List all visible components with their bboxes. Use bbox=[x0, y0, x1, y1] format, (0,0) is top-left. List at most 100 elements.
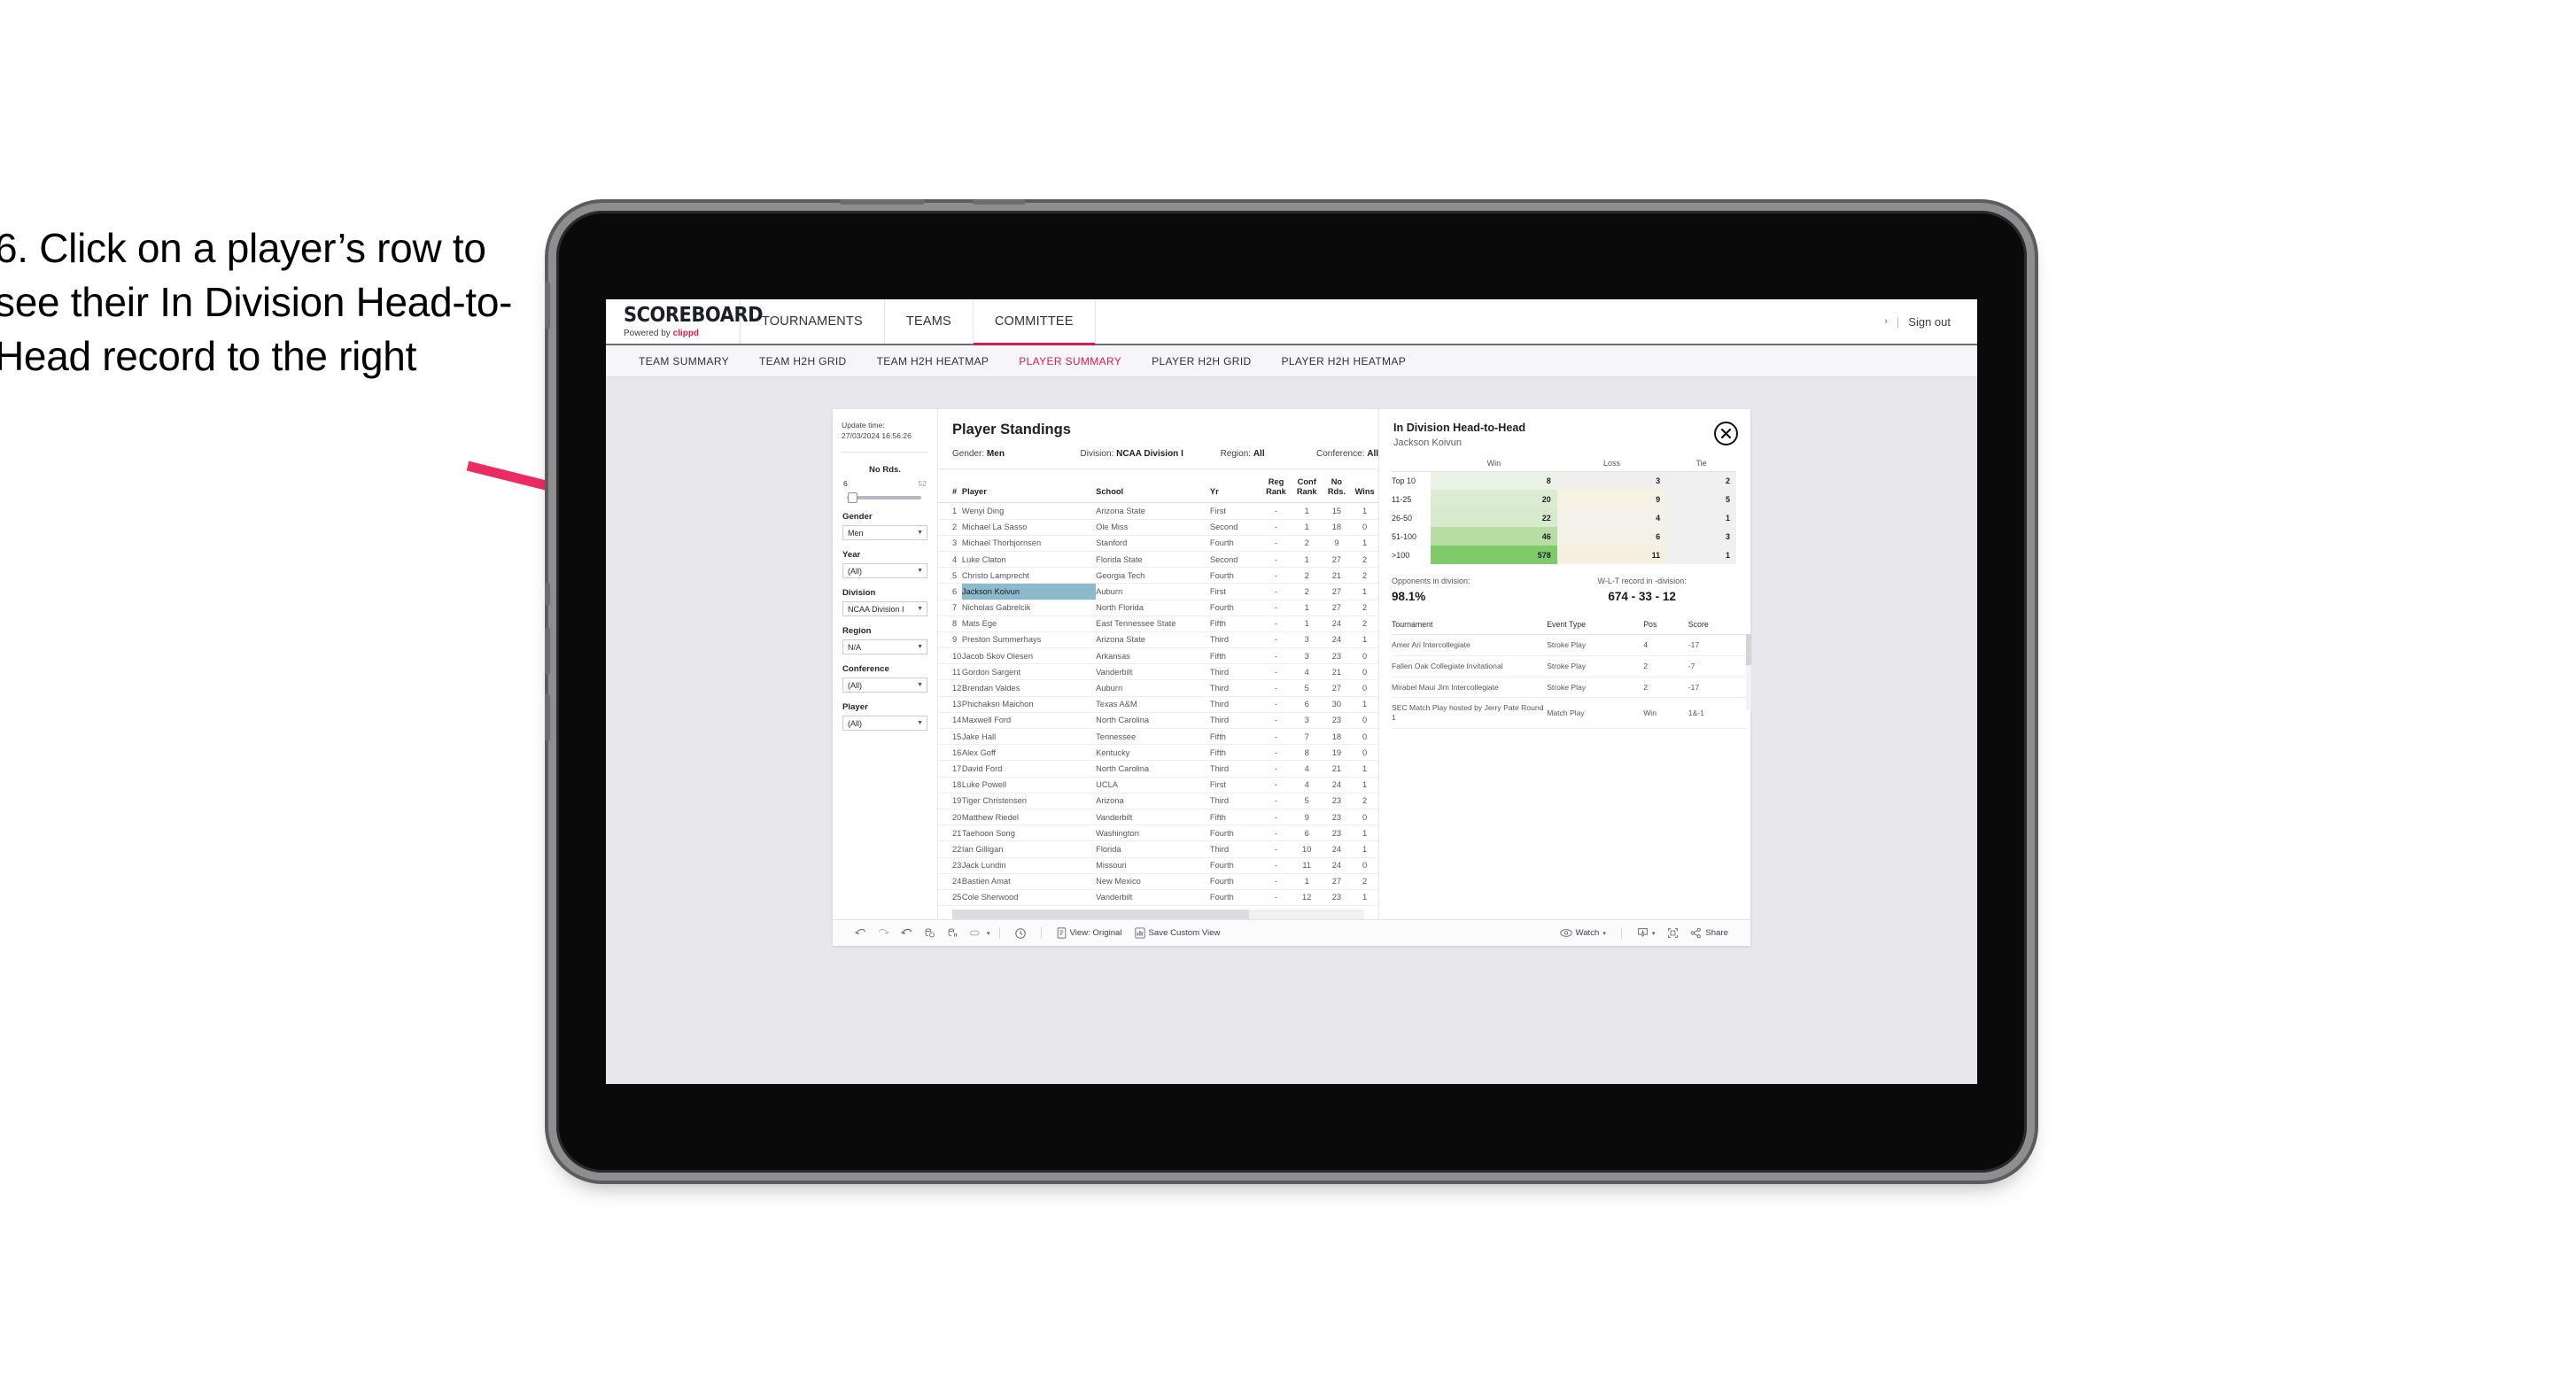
table-row[interactable]: 9 Preston Summerhays Arizona State Third -3 2… bbox=[938, 631, 1378, 649]
heatmap-cell-win[interactable]: 578 bbox=[1431, 546, 1557, 565]
table-row[interactable]: 2 Michael La Sasso Ole Miss Second -1 18 0 bbox=[938, 519, 1378, 536]
tournament-row[interactable]: Amer Ari Intercollegiate Stroke Play 4 -17 bbox=[1392, 634, 1747, 656]
table-row[interactable]: 24 Bastien Amat New Mexico Fourth -1 27 2 bbox=[938, 873, 1378, 890]
brand-logo[interactable]: SCOREBOARD Powered by clippd bbox=[606, 299, 764, 344]
heatmap-cell-loss[interactable]: 6 bbox=[1556, 527, 1667, 546]
heatmap-cell-tie[interactable]: 5 bbox=[1666, 490, 1736, 509]
heatmap-cell-loss[interactable]: 11 bbox=[1556, 546, 1667, 565]
sign-out-link[interactable]: Sign out bbox=[1908, 315, 1951, 329]
table-row[interactable]: 13 Phichaksn Maichon Texas A&M Third -6 30 1 bbox=[938, 696, 1378, 713]
col-rank[interactable]: # bbox=[938, 469, 962, 504]
col-player[interactable]: Player bbox=[961, 469, 1097, 504]
no-rounds-slider-handle[interactable] bbox=[848, 492, 857, 504]
heatmap-cell-tie[interactable]: 1 bbox=[1666, 508, 1736, 528]
cell-conf-rank: 3 bbox=[1291, 631, 1323, 649]
heatmap-cell-loss[interactable]: 4 bbox=[1556, 508, 1667, 528]
table-row[interactable]: 16 Alex Goff Kentucky Fifth -8 19 0 bbox=[938, 744, 1378, 762]
chevron-right-icon[interactable]: › bbox=[1884, 316, 1888, 327]
cell-school: North Carolina bbox=[1096, 712, 1210, 730]
col-reg-rank[interactable]: Reg Rank bbox=[1261, 469, 1292, 504]
tab-player-h2h-heatmap[interactable]: PLAYER H2H HEATMAP bbox=[1267, 355, 1422, 368]
heatmap-cell-win[interactable]: 8 bbox=[1431, 471, 1557, 491]
table-row[interactable]: 7 Nicholas Gabrelcik North Florida Fourth -1… bbox=[938, 600, 1378, 616]
cell-player: Taehoon Song bbox=[961, 825, 1097, 842]
no-rounds-slider-group: No Rds. 6 52 bbox=[833, 465, 937, 512]
heatmap-cell-tie[interactable]: 1 bbox=[1666, 546, 1736, 565]
watch-dropdown-caret[interactable]: ▾ bbox=[1602, 930, 1606, 937]
table-row[interactable]: 11 Gordon Sargent Vanderbilt Third -4 21 0 bbox=[938, 663, 1378, 681]
tournament-row[interactable]: SEC Match Play hosted by Jerry Pate Roun… bbox=[1392, 697, 1747, 729]
table-row[interactable]: 23 Jack Lundin Missouri Fourth -11 24 0 bbox=[938, 857, 1378, 874]
nav-item-tournaments[interactable]: TOURNAMENTS bbox=[741, 299, 885, 344]
heatmap-cell-tie[interactable]: 2 bbox=[1666, 471, 1736, 491]
table-row[interactable]: 4 Luke Claton Florida State Second -1 27 2 bbox=[938, 551, 1378, 569]
highlight-icon[interactable] bbox=[964, 927, 987, 939]
share-button[interactable]: Share bbox=[1684, 927, 1734, 939]
table-row[interactable]: 5 Christo Lamprecht Georgia Tech Fourth -2 21… bbox=[938, 567, 1378, 585]
standings-horizontal-scrollbar[interactable] bbox=[952, 910, 1364, 920]
heatmap-cell-loss[interactable]: 9 bbox=[1556, 490, 1667, 509]
table-row[interactable]: 20 Matthew Riedel Vanderbilt Fifth -9 23 0 bbox=[938, 809, 1378, 826]
filter-year-select[interactable]: (All) ▼ bbox=[842, 563, 927, 579]
nav-item-committee[interactable]: COMMITTEE bbox=[973, 299, 1096, 345]
refresh-data-icon[interactable] bbox=[918, 927, 941, 939]
tab-team-h2h-heatmap[interactable]: TEAM H2H HEATMAP bbox=[862, 355, 1005, 368]
fullscreen-icon[interactable] bbox=[1661, 927, 1684, 939]
close-icon[interactable] bbox=[1714, 422, 1738, 445]
heatmap-cell-win[interactable]: 22 bbox=[1431, 508, 1557, 528]
table-row[interactable]: 10 Jacob Skov Olesen Arkansas Fifth -3 23 0 bbox=[938, 647, 1378, 665]
save-custom-view-button[interactable]: Save Custom View bbox=[1129, 927, 1227, 939]
table-row[interactable]: 6 Jackson Koivun Auburn First -2 27 1 bbox=[938, 583, 1378, 600]
cell-no-rounds: 24 bbox=[1322, 616, 1352, 632]
standings-scroll-thumb[interactable] bbox=[952, 910, 1249, 920]
table-row[interactable]: 18 Luke Powell UCLA First -4 24 1 bbox=[938, 777, 1378, 794]
nav-item-teams[interactable]: TEAMS bbox=[885, 299, 974, 344]
heatmap-cell-loss[interactable]: 3 bbox=[1556, 471, 1667, 491]
table-row[interactable]: 12 Brendan Valdes Auburn Third -5 27 0 bbox=[938, 679, 1378, 697]
undo-icon[interactable] bbox=[849, 927, 872, 939]
table-row[interactable]: 22 Ian Gilligan Florida Third -10 24 1 bbox=[938, 840, 1378, 858]
filter-gender-select[interactable]: Men ▼ bbox=[842, 525, 927, 541]
heatmap-cell-win[interactable]: 20 bbox=[1431, 490, 1557, 509]
cell-school: Vanderbilt bbox=[1096, 889, 1210, 907]
tournament-scroll-thumb[interactable] bbox=[1746, 634, 1751, 665]
col-no-rounds[interactable]: No Rds. bbox=[1322, 469, 1352, 504]
download-button[interactable]: ▾ bbox=[1631, 927, 1662, 939]
heatmap-cell-win[interactable]: 46 bbox=[1431, 527, 1557, 546]
table-row[interactable]: 21 Taehoon Song Washington Fourth -6 23 1 bbox=[938, 825, 1378, 842]
watch-button[interactable]: Watch ▾ bbox=[1554, 928, 1612, 938]
tournament-row[interactable]: Mirabel Maui Jim Intercollegiate Stroke P… bbox=[1392, 677, 1747, 699]
table-row[interactable]: 25 Cole Sherwood Vanderbilt Fourth -12 23 1 bbox=[938, 889, 1378, 907]
alerts-icon[interactable] bbox=[1009, 927, 1032, 940]
revert-icon[interactable] bbox=[895, 927, 918, 939]
no-rounds-slider-track[interactable] bbox=[847, 492, 921, 504]
filter-region-select[interactable]: N/A ▼ bbox=[842, 639, 927, 655]
col-wins[interactable]: Wins bbox=[1351, 469, 1378, 504]
filter-division-select[interactable]: NCAA Division I ▼ bbox=[842, 601, 927, 617]
tab-player-h2h-grid[interactable]: PLAYER H2H GRID bbox=[1137, 355, 1266, 368]
table-row[interactable]: 19 Tiger Christensen Arizona Third -5 23 2 bbox=[938, 793, 1378, 809]
col-conf-rank[interactable]: Conf Rank bbox=[1291, 469, 1323, 504]
tab-team-summary[interactable]: TEAM SUMMARY bbox=[624, 355, 744, 368]
tab-team-h2h-grid[interactable]: TEAM H2H GRID bbox=[744, 355, 862, 368]
tournament-row[interactable]: Fallen Oak Collegiate Invitational Stroke… bbox=[1392, 655, 1747, 678]
heatmap-cell-tie[interactable]: 3 bbox=[1666, 527, 1736, 546]
table-row[interactable]: 14 Maxwell Ford North Carolina Third -3 23 0 bbox=[938, 712, 1378, 730]
view-original-button[interactable]: View: Original bbox=[1051, 927, 1129, 939]
table-row[interactable]: 1 Wenyi Ding Arizona State First -1 15 1 bbox=[938, 502, 1378, 520]
table-row[interactable]: 3 Michael Thorbjornsen Stanford Fourth -2 9 1 bbox=[938, 535, 1378, 552]
highlight-dropdown-caret[interactable]: ▾ bbox=[987, 930, 990, 937]
table-row[interactable]: 15 Jake Hall Tennessee Fifth -7 18 0 bbox=[938, 728, 1378, 746]
tournament-scrollbar[interactable] bbox=[1746, 634, 1751, 711]
redo-icon[interactable] bbox=[872, 927, 895, 939]
filter-conference-select[interactable]: (All) ▼ bbox=[842, 678, 927, 693]
col-year[interactable]: Yr bbox=[1209, 469, 1261, 504]
download-dropdown-caret[interactable]: ▾ bbox=[1652, 930, 1656, 937]
pause-updates-icon[interactable] bbox=[941, 927, 964, 939]
table-row[interactable]: 17 David Ford North Carolina Third -4 21 1 bbox=[938, 760, 1378, 778]
table-row[interactable]: 8 Mats Ege East Tennessee State Fifth -1 24 2 bbox=[938, 616, 1378, 632]
col-school[interactable]: School bbox=[1096, 469, 1210, 504]
filter-player-select[interactable]: (All) ▼ bbox=[842, 716, 927, 732]
cell-reg-rank: - bbox=[1261, 696, 1292, 713]
tab-player-summary[interactable]: PLAYER SUMMARY bbox=[1004, 355, 1137, 368]
